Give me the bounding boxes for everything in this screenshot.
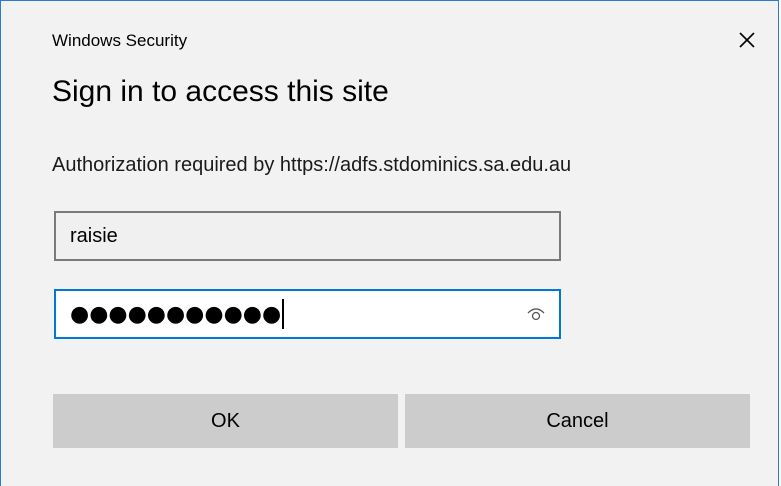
ok-button[interactable]: OK xyxy=(53,394,398,448)
close-icon xyxy=(739,32,755,48)
cancel-button[interactable]: Cancel xyxy=(405,394,750,448)
password-field[interactable]: ●●●●●●●●●●● xyxy=(54,289,561,339)
close-button[interactable] xyxy=(723,20,771,60)
password-value-container: ●●●●●●●●●●● xyxy=(70,291,285,337)
authorization-message: Authorization required by https://adfs.s… xyxy=(52,154,572,176)
windows-security-dialog: Windows Security Sign in to access this … xyxy=(0,0,779,486)
username-field[interactable] xyxy=(56,213,559,259)
dialog-heading: Sign in to access this site xyxy=(52,75,389,108)
eye-icon[interactable] xyxy=(525,304,547,324)
password-masked-value: ●●●●●●●●●●● xyxy=(70,301,282,327)
dialog-caption: Windows Security xyxy=(52,31,188,50)
text-caret xyxy=(282,299,285,329)
username-field-box xyxy=(54,211,561,261)
